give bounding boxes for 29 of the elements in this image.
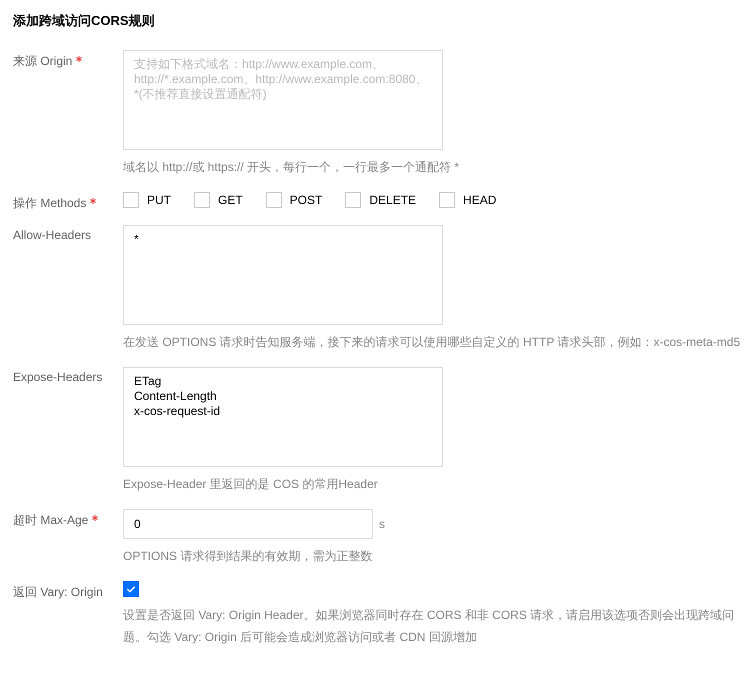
checkbox-label: PUT [147,193,171,207]
max-age-field[interactable]: 0 [123,509,373,539]
unit-label: s [379,517,385,531]
text-area[interactable]: ETag Content-Length x-cos-request-id [123,367,443,467]
text-area[interactable]: * [123,225,443,325]
field-label: 操作 Methods [13,195,86,212]
checkbox[interactable] [266,192,282,208]
help-text: 在发送 OPTIONS 请求时告知服务端，接下来的请求可以使用哪些自定义的 HTTP 请求头部，例如：x-cos-meta-md5 [123,334,742,351]
checkbox-label: DELETE [369,193,416,207]
check-icon [125,583,137,595]
field-label: 来源 Origin [13,53,72,70]
field-label: Expose-Headers [13,370,102,384]
checkbox[interactable] [123,192,139,208]
checkbox[interactable] [345,192,362,208]
checkbox-label: HEAD [463,193,496,207]
checkbox[interactable] [123,581,139,597]
text-area[interactable]: 支持如下格式域名：http://www.example.com、http://*.example.com、http://www.example.com:8080、*(不推荐直接设置通配符) [123,50,443,150]
checkbox[interactable] [194,192,210,208]
help-text: Expose-Header 里返回的是 COS 的常用Header [123,476,379,493]
checkbox-label: GET [218,193,243,207]
checkbox[interactable] [439,192,456,208]
help-text: 域名以 http://或 https:// 开头，每行一个，一行最多一个通配符 * [123,159,460,176]
form-title: 添加跨域访问CORS规则 [13,12,156,30]
checkbox-label: POST [290,193,322,207]
field-label: 超时 Max-Age [13,512,88,529]
help-text: OPTIONS 请求得到结果的有效期，需为正整数 [123,548,374,565]
field-label: 返回 Vary: Origin [13,584,103,601]
help-text: 设置是否返回 Vary: Origin Header。如果浏览器同时存在 CORS 和非 CORS 请求，请启用该选项否则会出现跨域问题。勾选 Vary: Origin 后可能会造成浏览器访问或者 CDN 回源增加 [123,607,736,646]
field-label: Allow-Headers [13,228,92,242]
